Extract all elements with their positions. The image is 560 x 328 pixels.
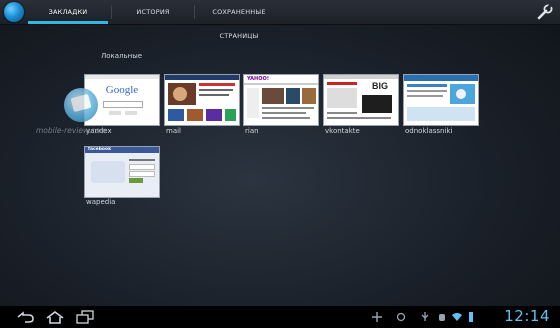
thumb-button (125, 111, 137, 115)
thumb-input (129, 171, 155, 177)
thumb-text (262, 117, 310, 119)
thumb-text (262, 107, 314, 109)
thumb-text (129, 159, 155, 161)
tab-saved-pages-label: СОХРАНЕННЫЕ СТРАНИЦЫ (212, 8, 266, 40)
thumb-image (91, 161, 125, 183)
thumb-logo-text: YAHOO! (247, 76, 269, 82)
thumb-text (262, 112, 306, 114)
thumb-text (327, 117, 391, 119)
tab-history-label: ИСТОРИЯ (136, 8, 170, 16)
tab-saved-pages[interactable]: СОХРАНЕННЫЕ СТРАНИЦЫ (196, 0, 282, 40)
wifi-icon (452, 313, 462, 321)
thumb-logo-text: facebook (88, 147, 112, 152)
thumb-button (109, 111, 121, 115)
bookmark-thumb-mail[interactable] (164, 74, 240, 126)
thumb-image (206, 109, 222, 121)
thumb-panel (407, 107, 475, 121)
thumb-text (407, 95, 443, 97)
tab-bookmarks-label: ЗАКЛАДКИ (48, 8, 88, 16)
thumb-image (168, 109, 184, 121)
thumb-logo-text: Google (105, 84, 139, 96)
thumb-header (165, 75, 239, 80)
watermark-logo (64, 88, 98, 122)
thumb-header (324, 75, 398, 79)
thumb-image (327, 88, 357, 108)
back-icon[interactable] (14, 310, 36, 324)
bookmark-label-mail: mail (166, 127, 181, 135)
thumb-image (456, 89, 466, 99)
section-label-local: Локальные (101, 52, 143, 60)
thumb-text (199, 89, 233, 91)
thumb-text (407, 90, 447, 92)
home-icon[interactable] (44, 310, 66, 324)
thumb-text (199, 94, 229, 96)
tab-divider (111, 5, 112, 19)
sync-icon (396, 312, 406, 322)
bookmark-label-rian: rian (245, 127, 259, 135)
watermark-text: mobile-review.com (36, 126, 108, 135)
tab-divider (194, 5, 195, 19)
thumb-button (129, 178, 143, 183)
thumb-image (187, 109, 203, 121)
thumb-image (173, 87, 187, 101)
thumb-text (407, 84, 447, 87)
bookmark-thumb-odnoklassniki[interactable] (403, 74, 479, 126)
top-action-bar: ЗАКЛАДКИ ИСТОРИЯ СОХРАНЕННЫЕ СТРАНИЦЫ (0, 0, 560, 40)
thumb-text (199, 83, 235, 86)
thumb-image (302, 88, 316, 104)
bookmark-thumb-vkontakte[interactable]: BIG (323, 74, 399, 126)
thumb-header (244, 83, 318, 85)
watermark-phone-icon (70, 94, 92, 112)
thumb-text (327, 82, 357, 85)
recent-apps-icon[interactable] (74, 310, 96, 324)
thumb-image (362, 95, 392, 113)
settings-wrench-icon[interactable] (536, 3, 554, 21)
thumb-input (129, 164, 155, 170)
bookmark-label-vkontakte: vkontakte (325, 127, 360, 135)
thumb-text (327, 112, 357, 114)
thumb-logo-text: BIG (372, 81, 389, 91)
bookmark-label-wapedia: wapedia (86, 198, 116, 206)
tab-bookmarks[interactable]: ЗАКЛАДКИ (28, 0, 108, 24)
system-bar: 12:14 (0, 306, 560, 328)
thumb-image (286, 88, 300, 104)
thumb-image (262, 88, 284, 104)
thumb-search-box (103, 101, 143, 108)
battery-icon (469, 312, 473, 322)
gps-icon (372, 312, 382, 322)
usb-icon (421, 312, 429, 321)
debug-icon (439, 314, 445, 321)
bookmark-label-odnoklassniki: odnoklassniki (405, 127, 453, 135)
browser-globe-icon[interactable] (4, 2, 24, 22)
status-clock: 12:14 (504, 307, 550, 325)
thumb-header (85, 75, 159, 79)
thumb-image (225, 109, 236, 121)
bookmark-thumb-rian[interactable]: YAHOO! (243, 74, 319, 126)
tab-history[interactable]: ИСТОРИЯ (113, 0, 193, 24)
bookmark-thumb-wapedia[interactable]: facebook (84, 146, 160, 198)
thumb-sidebar (247, 88, 259, 118)
active-tab-indicator (28, 21, 108, 24)
thumb-header (404, 75, 478, 81)
